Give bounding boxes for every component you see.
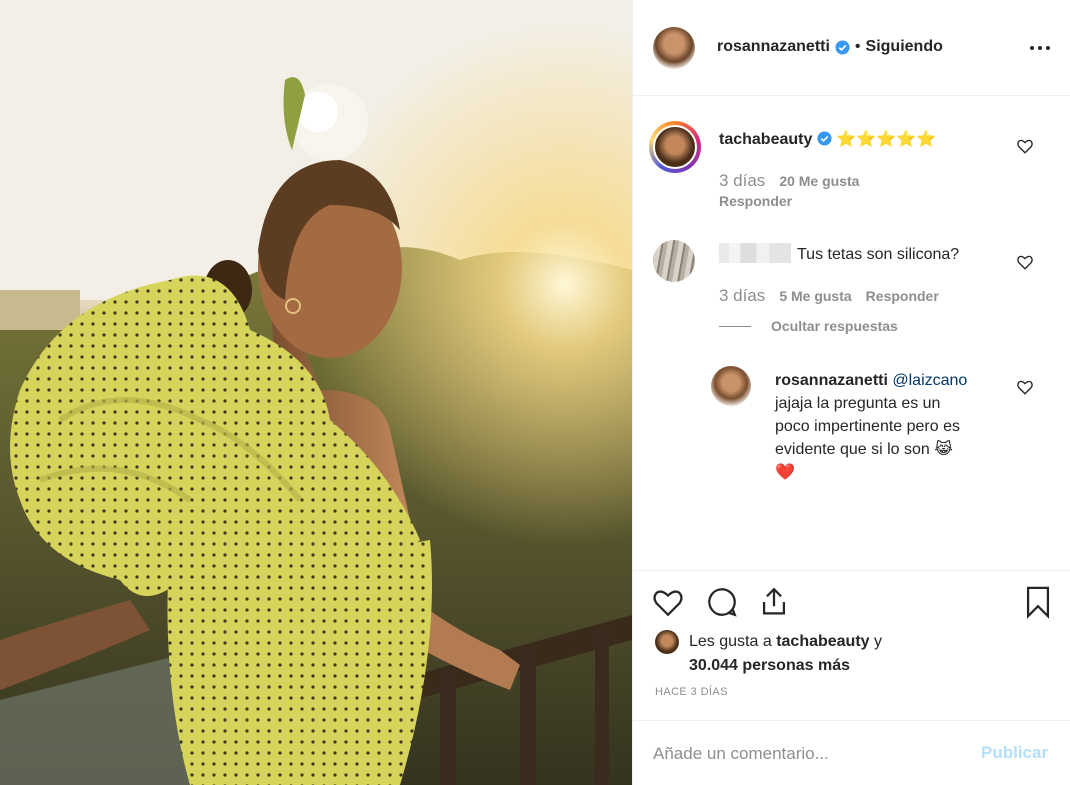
bookmark-icon[interactable] (1021, 585, 1055, 619)
verified-icon (817, 131, 832, 146)
comment-username[interactable]: tachabeauty (719, 131, 812, 148)
comment-meta: 3 días 5 Me gusta Responder (719, 286, 939, 306)
hide-replies-button[interactable]: Ocultar respuestas (719, 318, 898, 334)
share-icon[interactable] (757, 585, 791, 619)
separator-dot: • (854, 38, 861, 55)
post-side-panel: rosannazanetti • Siguiendo tachabeauty ⭐… (632, 0, 1070, 785)
like-comment-heart-icon[interactable] (1016, 378, 1034, 396)
hide-replies-label: Ocultar respuestas (771, 318, 898, 334)
likes-conjunction: y (874, 633, 883, 650)
reply-comment: rosannazanetti @laizcano jajaja la pregu… (775, 369, 1015, 484)
avatar[interactable] (653, 27, 695, 69)
likes-prefix: Les gusta a (689, 633, 772, 650)
avatar[interactable] (653, 240, 695, 282)
blurred-username[interactable] (719, 243, 791, 263)
likes-count[interactable]: 30.044 personas más (689, 657, 850, 674)
divider-line (719, 325, 751, 327)
reply-text-line-2: poco impertinente pero es (775, 418, 960, 435)
comment-time[interactable]: 3 días (719, 171, 765, 191)
comment-input[interactable] (653, 741, 973, 767)
like-comment-heart-icon[interactable] (1016, 253, 1034, 271)
heart-icon[interactable] (651, 585, 685, 619)
comment-1: tachabeauty ⭐⭐⭐⭐⭐ (719, 128, 936, 151)
comment-meta: 3 días 20 Me gusta (719, 171, 859, 191)
likes-user[interactable]: tachabeauty (776, 633, 869, 650)
verified-icon (835, 39, 850, 55)
reply-text-line-3: evidente que si lo son 😹 (775, 441, 953, 458)
mention-link[interactable]: @laizcano (892, 372, 967, 389)
like-comment-heart-icon[interactable] (1016, 137, 1034, 155)
reply-button[interactable]: Responder (866, 288, 939, 304)
publish-button[interactable]: Publicar (981, 743, 1048, 763)
reply-text-line-1: jajaja la pregunta es un (775, 395, 941, 412)
follow-status-button[interactable]: Siguiendo (866, 38, 943, 56)
comment-likes[interactable]: 5 Me gusta (779, 288, 851, 304)
comment-meta: Responder (719, 193, 792, 209)
avatar[interactable] (655, 630, 679, 654)
avatar[interactable] (711, 366, 751, 406)
reply-text-line-4: ❤️ (775, 464, 795, 481)
author-username[interactable]: rosannazanetti (717, 38, 830, 56)
comment-likes[interactable]: 20 Me gusta (779, 173, 859, 189)
comment-text: ⭐⭐⭐⭐⭐ (836, 131, 936, 148)
comment-text: Tus tetas son silicona? (797, 246, 960, 263)
post-header: rosannazanetti • Siguiendo (633, 0, 1070, 96)
post-author: rosannazanetti • Siguiendo (717, 38, 943, 56)
post-time-ago[interactable]: HACE 3 DÍAS (655, 686, 728, 698)
comment-time[interactable]: 3 días (719, 286, 765, 306)
comment-box: Publicar (633, 720, 1070, 785)
avatar[interactable] (653, 125, 697, 169)
comment-icon[interactable] (705, 585, 739, 619)
reply-button[interactable]: Responder (719, 193, 792, 209)
more-options-icon[interactable] (1027, 38, 1053, 58)
comment-2: Tus tetas son silicona? (719, 243, 959, 266)
post-photo (0, 0, 632, 785)
photo-illustration (0, 0, 632, 785)
reply-username[interactable]: rosannazanetti (775, 372, 888, 389)
likes-summary: Les gusta a tachabeauty y 30.044 persona… (689, 630, 882, 678)
